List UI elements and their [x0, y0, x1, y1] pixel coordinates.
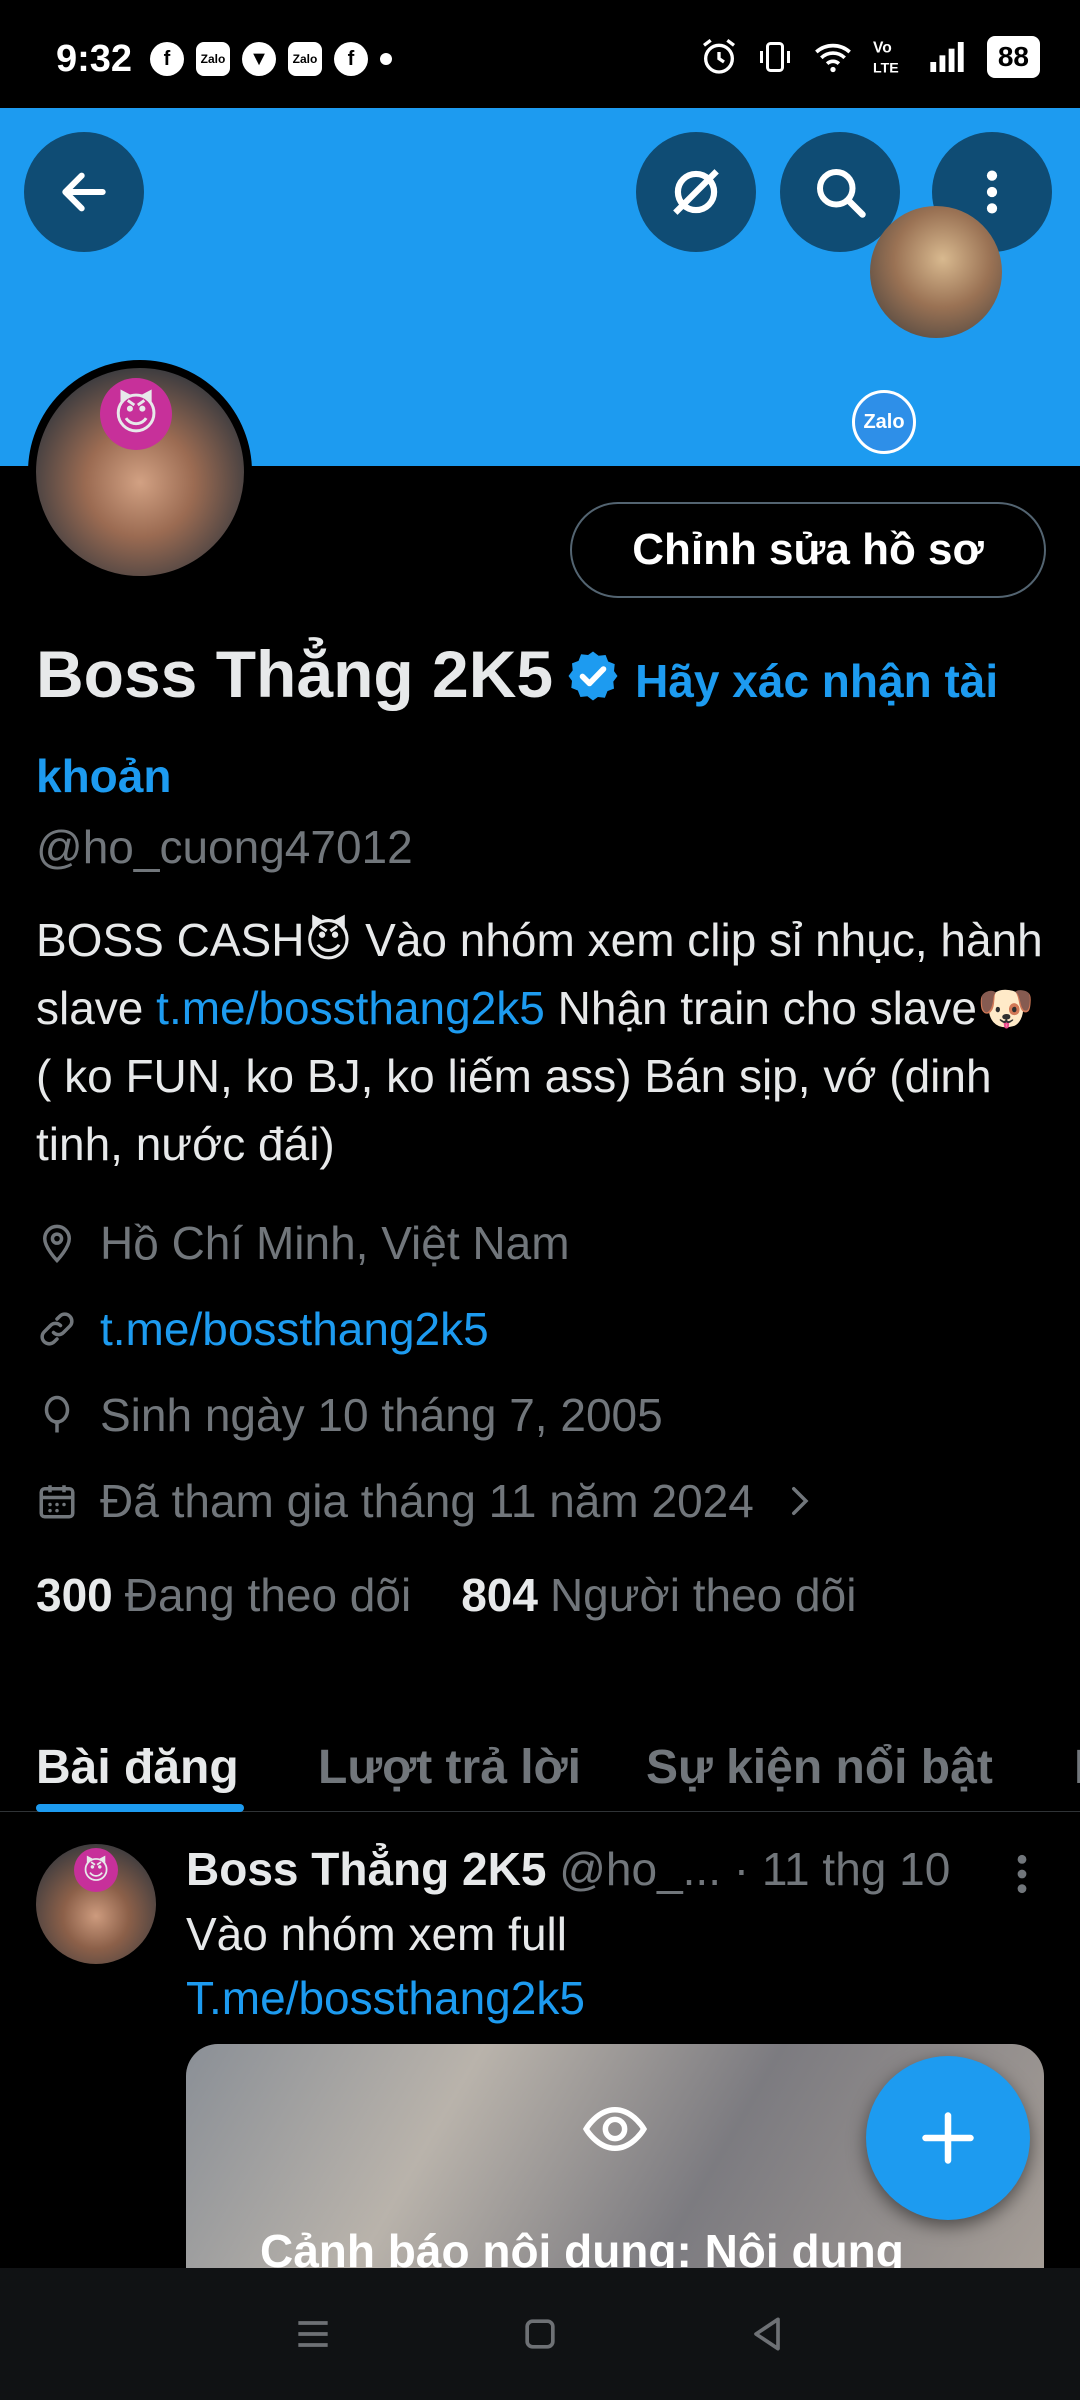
- location-text: Hồ Chí Minh, Việt Nam: [100, 1217, 570, 1269]
- birthday-text: Sinh ngày 10 tháng 7, 2005: [100, 1389, 663, 1441]
- active-tab-indicator: [36, 1804, 244, 1812]
- home-square-icon[interactable]: [518, 2312, 562, 2356]
- website-link[interactable]: t.me/bossthang2k5: [100, 1302, 489, 1356]
- followers-stat[interactable]: 804 Người theo dõi: [461, 1568, 856, 1622]
- dot-icon: [380, 53, 392, 65]
- name-block: Boss Thẳng 2K5 Hãy xác nhận tài khoản: [36, 636, 1046, 826]
- zalo-badge[interactable]: Zalo: [852, 390, 916, 454]
- alarm-icon: [702, 39, 735, 74]
- notification-icons: f Zalo ▼ Zalo f: [150, 42, 392, 76]
- followers-count: 804: [461, 1569, 538, 1621]
- vibrate-icon: [759, 42, 790, 72]
- battery-indicator: 88: [986, 36, 1040, 78]
- tab-replies[interactable]: Lượt trả lời: [318, 1740, 581, 1795]
- balloon-icon: [44, 1395, 70, 1433]
- shield-icon: ▼: [242, 42, 276, 76]
- profile-tabs: Bài đăng Lượt trả lời Sự kiện nổi bật B: [0, 1700, 1080, 1812]
- location-row: Hồ Chí Minh, Việt Nam: [36, 1216, 570, 1270]
- post-header: Boss Thẳng 2K5 @ho_... · 11 thg 10: [186, 1842, 950, 1896]
- following-label: Đang theo dõi: [124, 1569, 412, 1621]
- calendar-icon: [39, 1485, 75, 1519]
- svg-text:Vo: Vo: [873, 40, 892, 57]
- zalo-icon: Zalo: [288, 42, 322, 76]
- system-icons: Vo LTE 88: [699, 36, 1040, 78]
- search-icon: [817, 169, 866, 218]
- link-icon: [40, 1312, 74, 1346]
- post-avatar[interactable]: 😈: [36, 1844, 156, 1964]
- post-timestamp: · 11 thg 10: [733, 1843, 951, 1895]
- followers-label: Người theo dõi: [549, 1569, 857, 1621]
- back-triangle-icon[interactable]: [745, 2312, 789, 2356]
- wifi-icon: [814, 43, 851, 73]
- status-time: 9:32: [56, 38, 133, 80]
- post-author-name[interactable]: Boss Thẳng 2K5: [186, 1843, 546, 1895]
- post-author-handle: @ho_...: [559, 1843, 721, 1895]
- signal-icon: [930, 42, 964, 72]
- website-row: t.me/bossthang2k5: [36, 1302, 489, 1356]
- post-link[interactable]: T.me/bossthang2k5: [186, 1966, 585, 2030]
- grok-button[interactable]: [636, 132, 756, 252]
- profile-handle: @ho_cuong47012: [36, 821, 413, 873]
- zalo-bubble-avatar[interactable]: [870, 206, 1002, 338]
- facebook-icon: f: [150, 42, 184, 76]
- joined-row[interactable]: Đã tham gia tháng 11 năm 2024: [36, 1474, 820, 1528]
- following-count: 300: [36, 1569, 113, 1621]
- devil-emoji-icon: 😈: [100, 378, 172, 450]
- follow-stats: 300 Đang theo dõi 804 Người theo dõi: [36, 1568, 856, 1622]
- birthday-row: Sinh ngày 10 tháng 7, 2005: [36, 1388, 663, 1442]
- grok-icon: [673, 169, 719, 215]
- eye-icon: [582, 2106, 648, 2152]
- post-body: Vào nhóm xem full T.me/bossthang2k5: [186, 1902, 585, 2030]
- post-more-button[interactable]: [1010, 1852, 1034, 1901]
- compose-post-button[interactable]: [866, 2056, 1030, 2220]
- bio-link[interactable]: t.me/bossthang2k5: [156, 982, 545, 1034]
- devil-emoji-icon: 😈: [74, 1848, 118, 1892]
- zalo-icon: Zalo: [196, 42, 230, 76]
- chevron-right-icon: [791, 1487, 809, 1515]
- profile-bio: BOSS CASH😈 Vào nhóm xem clip sỉ nhục, hà…: [36, 906, 1046, 1178]
- tab-highlights[interactable]: Sự kiện nổi bật: [646, 1740, 993, 1795]
- tab-posts[interactable]: Bài đăng: [36, 1740, 239, 1795]
- svg-text:LTE: LTE: [873, 61, 899, 77]
- system-navigation-bar: [0, 2268, 1080, 2400]
- more-vertical-icon: [986, 170, 998, 214]
- location-pin-icon: [42, 1224, 72, 1264]
- edit-profile-button[interactable]: Chỉnh sửa hồ sơ: [570, 502, 1046, 598]
- following-stat[interactable]: 300 Đang theo dõi: [36, 1568, 411, 1622]
- post-text: Vào nhóm xem full: [186, 1908, 567, 1960]
- volte-icon: Vo LTE: [873, 40, 899, 77]
- verified-badge-icon[interactable]: [565, 648, 621, 738]
- status-bar: 9:32 f Zalo ▼ Zalo f Vo LTE 88: [0, 0, 1080, 108]
- more-vertical-icon: [1017, 1854, 1027, 1894]
- arrow-left-icon: [62, 172, 106, 212]
- tab-next[interactable]: B: [1074, 1740, 1080, 1795]
- display-name: Boss Thẳng 2K5: [36, 637, 554, 711]
- profile-avatar[interactable]: 😈: [28, 360, 252, 584]
- plus-icon: [922, 2112, 974, 2164]
- menu-icon[interactable]: [291, 2312, 335, 2356]
- facebook-icon: f: [334, 42, 368, 76]
- joined-text: Đã tham gia tháng 11 năm 2024: [100, 1475, 754, 1527]
- back-button[interactable]: [24, 132, 144, 252]
